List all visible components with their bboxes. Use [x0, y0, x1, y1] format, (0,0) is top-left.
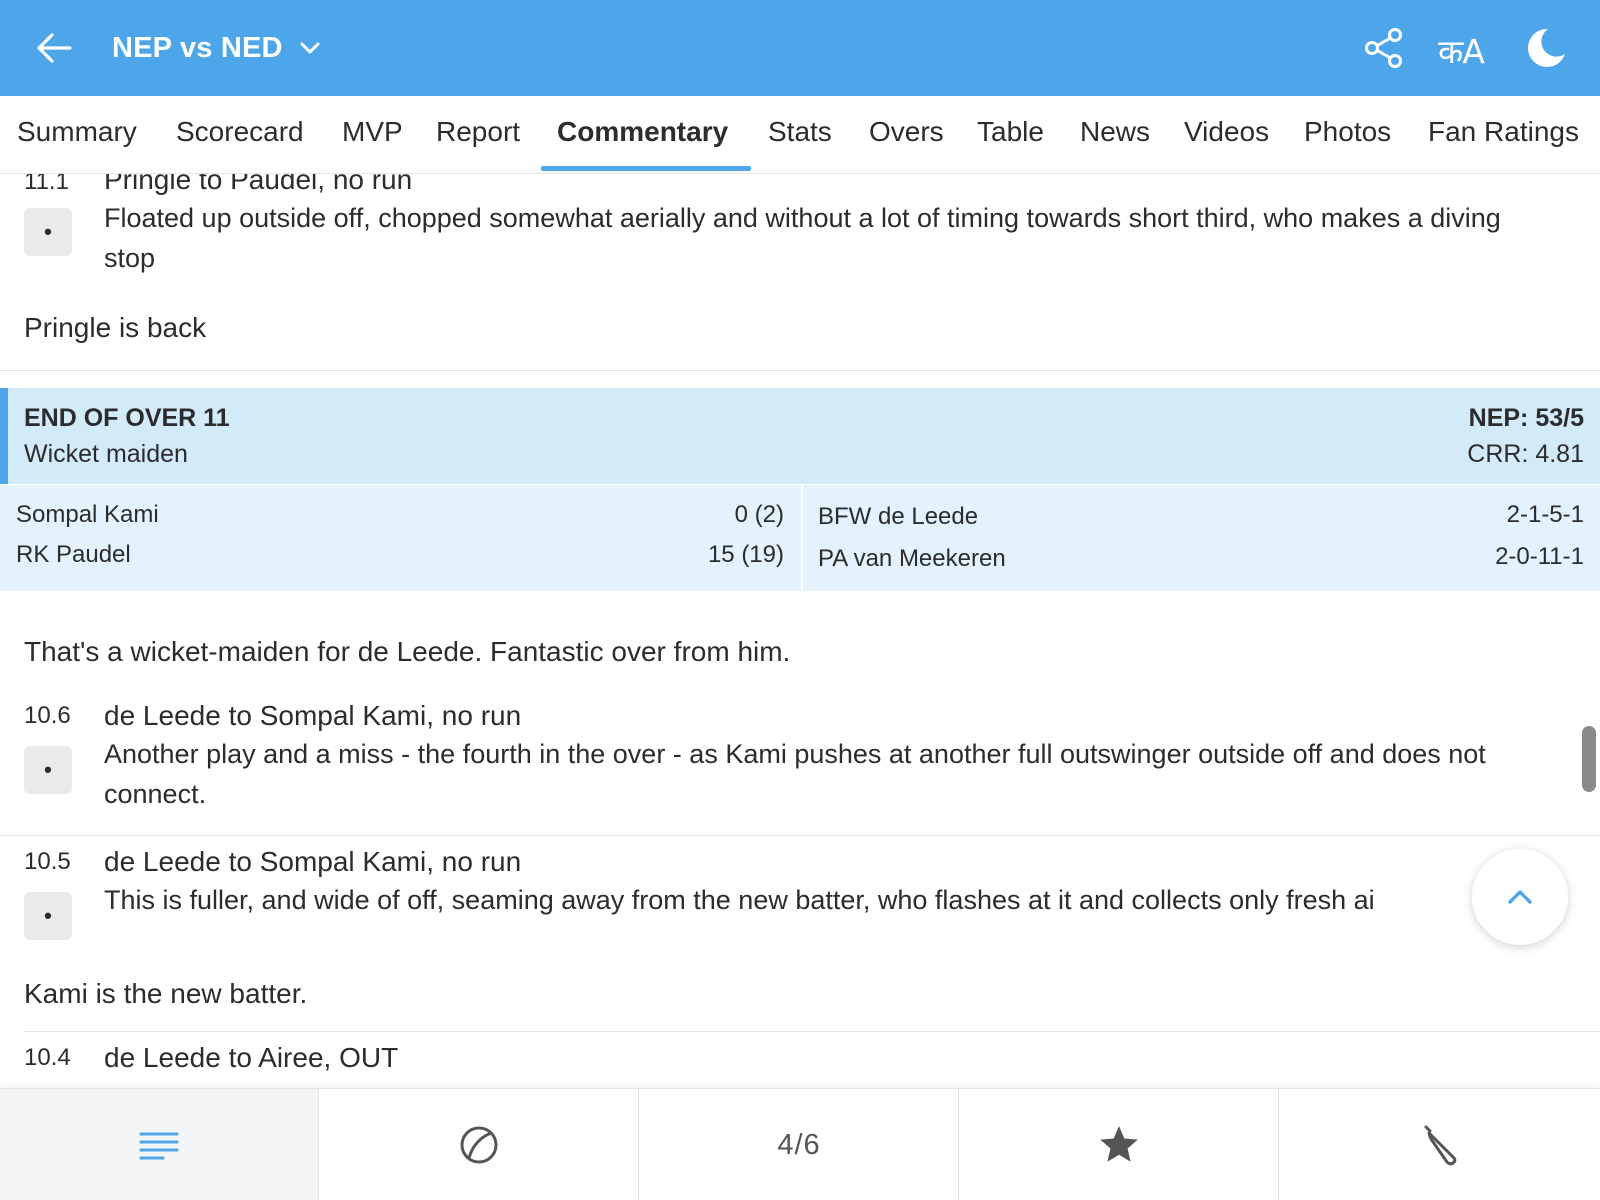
commentary-note: Kami is the new batter.	[24, 978, 308, 1009]
share-icon[interactable]	[1362, 26, 1406, 70]
bowler-name: BFW de Leede	[818, 503, 979, 530]
active-tab-indicator	[541, 166, 751, 171]
commentary-item: 10.6 de Leede to Sompal Kami, no run • A…	[0, 698, 1600, 822]
batter-name: Sompal Kami	[16, 501, 159, 528]
ball-number: 10.4	[24, 1044, 71, 1071]
ball-headline: de Leede to Sompal Kami, no run	[104, 700, 522, 731]
batting-button[interactable]	[1280, 1089, 1599, 1200]
ball-result-chip: •	[24, 746, 72, 794]
ball-description: This is fuller, and wide of off, seaming…	[104, 885, 1375, 915]
ball-number: 10.6	[24, 702, 71, 729]
ball-description: Floated up outside off, chopped somewhat…	[104, 203, 1501, 273]
moon-icon[interactable]	[1524, 26, 1568, 70]
star-icon	[1100, 1126, 1138, 1162]
tab-scorecard[interactable]: Scorecard	[176, 116, 304, 148]
team-score: NEP: 53/5	[1468, 404, 1584, 432]
ball-number: 11.1	[24, 174, 69, 195]
end-of-over-summary: Wicket maiden	[24, 440, 188, 468]
accent-bar	[0, 388, 8, 484]
bowler-name: PA van Meekeren	[818, 545, 1006, 572]
scroll-to-top-button[interactable]	[1472, 849, 1568, 945]
ball-result-chip: •	[24, 892, 72, 940]
tab-videos[interactable]: Videos	[1184, 116, 1269, 148]
tab-mvp[interactable]: MVP	[342, 116, 403, 148]
tab-report[interactable]: Report	[436, 116, 520, 148]
tab-summary[interactable]: Summary	[17, 116, 137, 148]
batter-name: RK Paudel	[16, 541, 131, 568]
tab-news[interactable]: News	[1080, 116, 1150, 148]
ball-headline: de Leede to Airee, OUT	[104, 1042, 399, 1073]
page-indicator[interactable]: 4/6	[640, 1089, 959, 1200]
ball-description: Another play and a miss - the fourth in …	[104, 739, 1486, 809]
chevron-down-icon	[300, 42, 320, 54]
bat-icon	[1424, 1125, 1456, 1166]
chevron-up-icon	[1508, 890, 1532, 904]
scrollbar-thumb[interactable]	[1582, 726, 1596, 792]
tab-fan-ratings[interactable]: Fan Ratings	[1428, 116, 1579, 148]
divider	[0, 835, 1600, 836]
divider	[0, 370, 1600, 371]
tab-stats[interactable]: Stats	[768, 116, 832, 148]
back-arrow-icon[interactable]	[34, 28, 74, 68]
language-icon[interactable]: कA	[1438, 28, 1485, 73]
bowler-figures: 2-0-11-1	[1495, 543, 1584, 570]
commentary-item: 10.5 de Leede to Sompal Kami, no run • T…	[0, 844, 1600, 940]
ball-headline: de Leede to Sompal Kami, no run	[104, 846, 522, 877]
ball-headline: Pringle to Paudel, no run	[104, 174, 413, 195]
commentary-feed: 11.1 Pringle to Paudel, no run • Floated…	[0, 174, 1600, 1088]
tab-table[interactable]: Table	[977, 116, 1044, 148]
divider	[24, 1031, 1600, 1032]
menu-icon	[139, 1132, 179, 1160]
ball-result-chip: •	[24, 208, 72, 256]
app-header: NEP vs NED कA	[0, 0, 1600, 96]
tab-commentary[interactable]: Commentary	[557, 116, 728, 148]
highlights-button[interactable]	[960, 1089, 1279, 1200]
current-run-rate: CRR: 4.81	[1467, 440, 1584, 468]
ball-number: 10.5	[24, 848, 71, 875]
match-title: NEP vs NED	[112, 31, 283, 64]
batter-figures: 0 (2)	[734, 501, 784, 528]
page-count: 4/6	[777, 1128, 821, 1161]
column-divider	[801, 485, 803, 591]
ball-icon	[460, 1126, 498, 1164]
bottom-toolbar: 4/6	[0, 1088, 1600, 1200]
tab-overs[interactable]: Overs	[869, 116, 944, 148]
end-of-over-header: END OF OVER 11 Wicket maiden NEP: 53/5 C…	[0, 388, 1600, 484]
batter-figures: 15 (19)	[707, 541, 784, 568]
match-selector[interactable]: NEP vs NED	[112, 26, 323, 70]
commentary-menu-button[interactable]	[0, 1089, 319, 1200]
tab-photos[interactable]: Photos	[1304, 116, 1391, 148]
commentary-note: Pringle is back	[24, 312, 207, 343]
commentary-item: 10.4 de Leede to Airee, OUT	[0, 1040, 1600, 1088]
end-of-over-title: END OF OVER 11	[24, 404, 230, 432]
wickets-filter-button[interactable]	[320, 1089, 639, 1200]
match-tabs: Summary Scorecard MVP Report Commentary …	[0, 96, 1600, 174]
end-of-over-players: Sompal Kami 0 (2) RK Paudel 15 (19) BFW …	[0, 485, 1600, 591]
commentary-note: That's a wicket-maiden for de Leede. Fan…	[24, 636, 791, 667]
bowler-figures: 2-1-5-1	[1506, 501, 1584, 528]
commentary-item: 11.1 Pringle to Paudel, no run • Floated…	[0, 174, 1600, 284]
